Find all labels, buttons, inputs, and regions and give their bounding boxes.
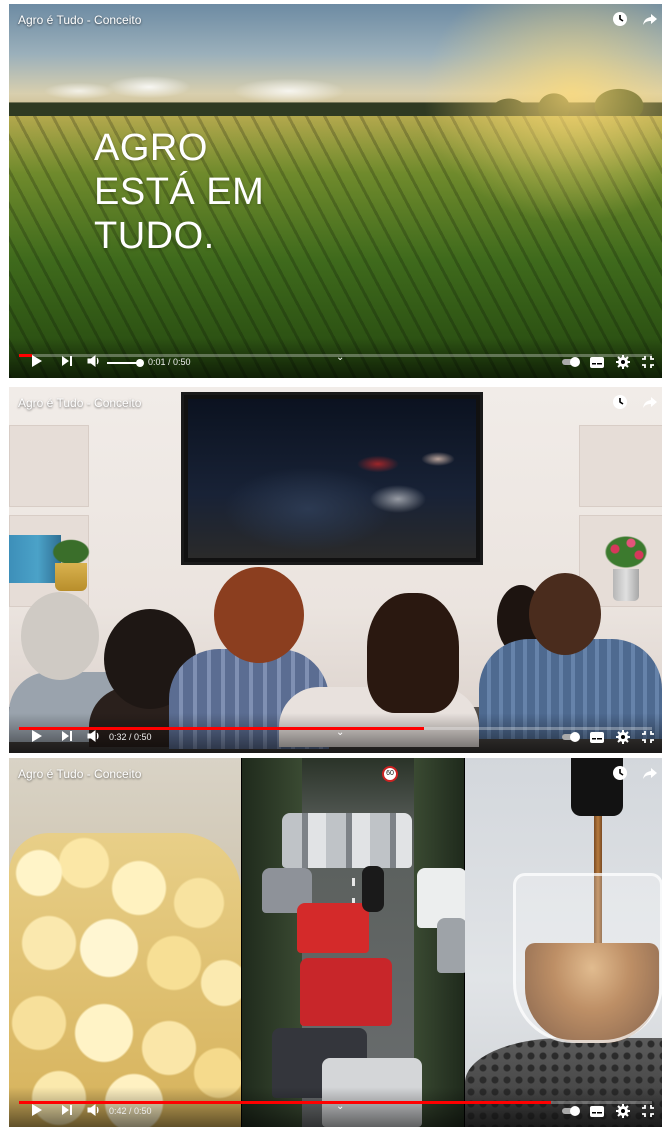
autoplay-toggle-icon[interactable]: [562, 1106, 580, 1116]
pot-left: [55, 563, 87, 591]
clock-icon[interactable]: [612, 11, 628, 27]
share-arrow-icon[interactable]: [642, 11, 658, 27]
pot-right: [613, 569, 639, 601]
flower-plant-right: [601, 533, 651, 571]
video-title[interactable]: Agro é Tudo - Conceito: [18, 396, 141, 410]
time-display: 0:01 / 0:50: [148, 357, 191, 367]
time-display: 0:42 / 0:50: [109, 1106, 152, 1116]
autoplay-toggle-icon[interactable]: [562, 357, 580, 367]
person-head: [529, 573, 601, 655]
clock-icon[interactable]: [612, 394, 628, 410]
volume-icon[interactable]: [87, 1103, 101, 1117]
chevron-down-icon[interactable]: ⌄: [336, 727, 344, 738]
volume-knob[interactable]: [136, 359, 144, 367]
television: [181, 392, 483, 565]
volume-slider[interactable]: [107, 362, 139, 364]
exit-fullscreen-icon[interactable]: [641, 730, 655, 744]
top-actions: [612, 765, 658, 781]
sun-glow: [422, 4, 662, 224]
tv-screen: [188, 399, 476, 558]
next-icon[interactable]: [61, 354, 73, 368]
play-icon[interactable]: [31, 729, 43, 743]
video-title[interactable]: Agro é Tudo - Conceito: [18, 767, 141, 781]
coffee-panel: [465, 758, 662, 1127]
top-actions: [612, 11, 658, 27]
play-icon[interactable]: [31, 1103, 43, 1117]
exit-fullscreen-icon[interactable]: [641, 355, 655, 369]
exit-fullscreen-icon[interactable]: [641, 1104, 655, 1118]
chevron-down-icon[interactable]: ⌄: [336, 1101, 344, 1112]
person-head: [214, 567, 304, 663]
video-title[interactable]: Agro é Tudo - Conceito: [18, 13, 141, 27]
traffic-panel: 60: [242, 758, 467, 1127]
player-controls: 0:01 / 0:50 ⌄: [9, 352, 662, 374]
headline-text: AGRO ESTÁ EM TUDO.: [94, 127, 265, 257]
field-scene: AGRO ESTÁ EM TUDO.: [9, 4, 662, 378]
shelf: [9, 425, 89, 507]
next-icon[interactable]: [61, 729, 73, 743]
volume-icon[interactable]: [87, 354, 101, 368]
speed-limit-sign: 60: [382, 766, 398, 782]
car: [282, 813, 412, 868]
shelf: [579, 425, 662, 507]
chevron-down-icon[interactable]: ⌄: [336, 352, 344, 363]
captions-icon[interactable]: [590, 732, 604, 743]
person-head: [21, 592, 99, 680]
next-icon[interactable]: [61, 1103, 73, 1117]
glass-cup: [513, 873, 662, 1043]
popcorn: [9, 833, 241, 1127]
triptych-scene: 60: [9, 758, 662, 1127]
player-controls: 0:32 / 0:50 ⌄: [9, 727, 662, 749]
captions-icon[interactable]: [590, 357, 604, 368]
top-actions: [612, 394, 658, 410]
video-frame-3[interactable]: 60 Agro é Tudo - Conceito 0:42 / 0:50 ⌄: [9, 758, 662, 1127]
car: [297, 903, 369, 953]
volume-icon[interactable]: [87, 729, 101, 743]
captions-icon[interactable]: [590, 1106, 604, 1117]
car: [437, 918, 467, 973]
time-display: 0:32 / 0:50: [109, 732, 152, 742]
gear-icon[interactable]: [616, 730, 630, 744]
share-arrow-icon[interactable]: [642, 765, 658, 781]
motorcycle: [362, 866, 384, 912]
autoplay-toggle-icon[interactable]: [562, 732, 580, 742]
living-room-scene: [9, 387, 662, 753]
person-head: [367, 593, 459, 713]
car: [300, 958, 392, 1026]
player-controls: 0:42 / 0:50 ⌄: [9, 1101, 662, 1123]
clock-icon[interactable]: [612, 765, 628, 781]
play-icon[interactable]: [31, 354, 43, 368]
share-arrow-icon[interactable]: [642, 394, 658, 410]
video-frame-1[interactable]: AGRO ESTÁ EM TUDO. Agro é Tudo - Conceit…: [9, 4, 662, 378]
popcorn-panel: [9, 758, 241, 1127]
gear-icon[interactable]: [616, 355, 630, 369]
video-frame-2[interactable]: Agro é Tudo - Conceito 0:32 / 0:50 ⌄: [9, 387, 662, 753]
gear-icon[interactable]: [616, 1104, 630, 1118]
